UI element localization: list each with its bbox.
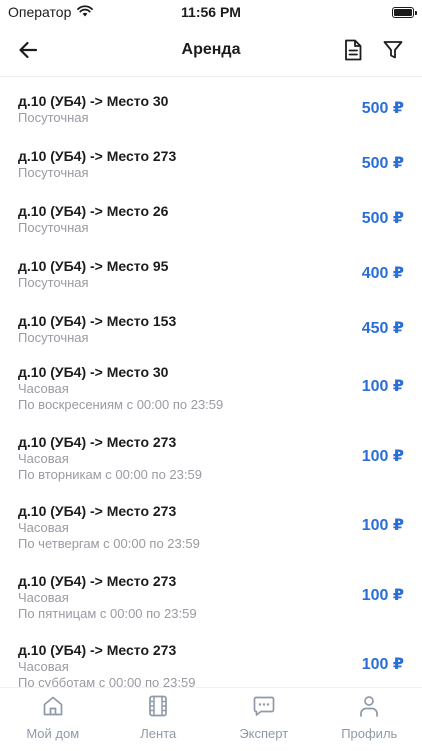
rental-type: Часовая	[18, 659, 404, 675]
rental-row[interactable]: д.10 (УБ4) -> Место 30 Часовая По воскре…	[0, 352, 422, 422]
rental-row[interactable]: д.10 (УБ4) -> Место 153 Посуточная 450 ₽	[0, 297, 422, 352]
tab-my-home[interactable]: Мой дом	[0, 688, 106, 751]
rental-schedule: По пятницам с 00:00 по 23:59	[18, 606, 404, 622]
rental-price: 100 ₽	[362, 654, 404, 674]
rental-type: Часовая	[18, 590, 404, 606]
rental-type: Посуточная	[18, 110, 404, 126]
chat-icon	[251, 693, 277, 719]
rental-title: д.10 (УБ4) -> Место 273	[18, 434, 404, 451]
rental-title: д.10 (УБ4) -> Место 95	[18, 258, 404, 275]
rental-type: Посуточная	[18, 330, 404, 346]
rental-price: 100 ₽	[362, 446, 404, 466]
rental-price: 500 ₽	[362, 153, 404, 173]
rental-price: 450 ₽	[362, 318, 404, 338]
tab-feed[interactable]: Лента	[106, 688, 212, 751]
rental-type: Часовая	[18, 381, 404, 397]
tab-label: Мой дом	[26, 726, 79, 741]
rental-title: д.10 (УБ4) -> Место 273	[18, 642, 404, 659]
filter-icon	[383, 40, 403, 60]
rental-title: д.10 (УБ4) -> Место 273	[18, 573, 404, 590]
battery-icon	[392, 7, 414, 18]
rental-price: 100 ₽	[362, 376, 404, 396]
rental-price: 100 ₽	[362, 515, 404, 535]
carrier-label: Оператор	[8, 4, 71, 20]
rental-row[interactable]: д.10 (УБ4) -> Место 273 Посуточная 500 ₽	[0, 132, 422, 187]
rental-schedule: По воскресениям с 00:00 по 23:59	[18, 397, 404, 413]
rental-row[interactable]: д.10 (УБ4) -> Место 273 Часовая По четве…	[0, 491, 422, 561]
rental-price: 100 ₽	[362, 585, 404, 605]
document-icon	[344, 39, 362, 61]
rental-schedule: По вторникам с 00:00 по 23:59	[18, 467, 404, 483]
rental-row[interactable]: д.10 (УБ4) -> Место 273 Часовая По пятни…	[0, 561, 422, 631]
rental-type: Часовая	[18, 520, 404, 536]
rental-title: д.10 (УБ4) -> Место 30	[18, 93, 404, 110]
rental-price: 500 ₽	[362, 208, 404, 228]
rental-row[interactable]: д.10 (УБ4) -> Место 26 Посуточная 500 ₽	[0, 187, 422, 242]
rental-schedule: По четвергам с 00:00 по 23:59	[18, 536, 404, 552]
tab-profile[interactable]: Профиль	[317, 688, 422, 751]
home-icon	[40, 693, 66, 719]
rental-schedule: По субботам с 00:00 по 23:59	[18, 675, 404, 687]
rental-price: 500 ₽	[362, 98, 404, 118]
rental-type: Посуточная	[18, 275, 404, 291]
status-bar: Оператор 11:56 PM	[0, 0, 422, 24]
wifi-icon	[77, 4, 93, 20]
rental-row[interactable]: д.10 (УБ4) -> Место 95 Посуточная 400 ₽	[0, 242, 422, 297]
rental-list[interactable]: д.10 (УБ4) -> Место 30 Посуточная 500 ₽ …	[0, 77, 422, 687]
rental-title: д.10 (УБ4) -> Место 153	[18, 313, 404, 330]
back-button[interactable]	[14, 36, 42, 64]
arrow-left-icon	[18, 41, 38, 59]
rental-type: Посуточная	[18, 165, 404, 181]
rental-type: Посуточная	[18, 220, 404, 236]
tab-bar: Мой дом Лента Эксперт Проф	[0, 687, 422, 751]
tab-label: Эксперт	[239, 726, 288, 741]
rental-price: 400 ₽	[362, 263, 404, 283]
nav-bar: Аренда	[0, 24, 422, 77]
filter-button[interactable]	[379, 36, 407, 64]
rental-row[interactable]: д.10 (УБ4) -> Место 273 Часовая По вторн…	[0, 422, 422, 492]
rental-row[interactable]: д.10 (УБ4) -> Место 273 Часовая По суббо…	[0, 630, 422, 687]
status-left: Оператор	[8, 4, 93, 20]
rental-title: д.10 (УБ4) -> Место 273	[18, 148, 404, 165]
rental-type: Часовая	[18, 451, 404, 467]
rental-title: д.10 (УБ4) -> Место 273	[18, 503, 404, 520]
rental-row[interactable]: д.10 (УБ4) -> Место 30 Посуточная 500 ₽	[0, 77, 422, 132]
document-button[interactable]	[339, 36, 367, 64]
status-right	[392, 7, 414, 18]
film-icon	[145, 693, 171, 719]
tab-expert[interactable]: Эксперт	[211, 688, 317, 751]
rental-title: д.10 (УБ4) -> Место 30	[18, 364, 404, 381]
tab-label: Профиль	[341, 726, 397, 741]
person-icon	[356, 693, 382, 719]
rental-title: д.10 (УБ4) -> Место 26	[18, 203, 404, 220]
tab-label: Лента	[140, 726, 176, 741]
